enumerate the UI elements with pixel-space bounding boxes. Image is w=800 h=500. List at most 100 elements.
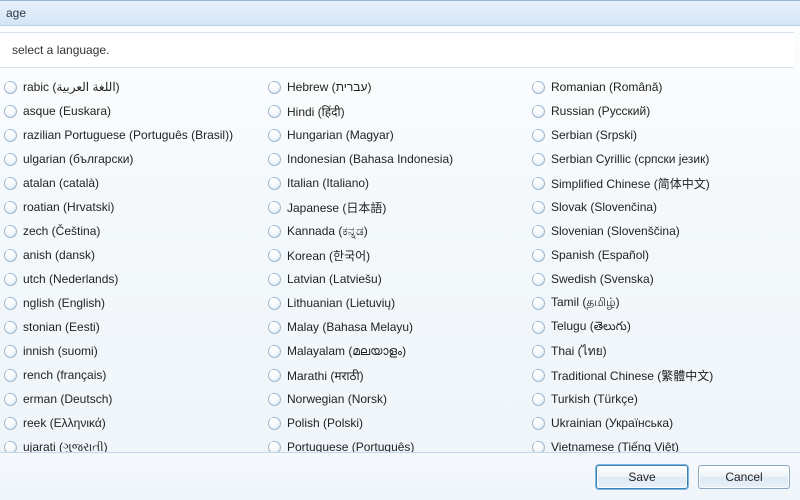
language-option[interactable]: Marathi (मराठी): [264, 363, 528, 387]
language-option[interactable]: Slovak (Slovenčina): [528, 195, 792, 219]
radio-icon[interactable]: [532, 105, 545, 118]
language-column: Hebrew (עברית)Hindi (हिंदी) Hungarian (Ma…: [264, 75, 528, 443]
language-option[interactable]: Norwegian (Norsk): [264, 387, 528, 411]
radio-icon[interactable]: [4, 105, 17, 118]
language-option[interactable]: Hebrew (עברית): [264, 75, 528, 99]
language-option[interactable]: Slovenian (Slovenščina): [528, 219, 792, 243]
radio-icon[interactable]: [532, 177, 545, 190]
radio-icon[interactable]: [4, 273, 17, 286]
language-option[interactable]: erman (Deutsch): [0, 387, 264, 411]
radio-icon[interactable]: [268, 345, 281, 358]
language-option[interactable]: Italian (Italiano): [264, 171, 528, 195]
language-label: rench (français): [23, 368, 106, 382]
language-option[interactable]: Korean (한국어): [264, 243, 528, 267]
radio-icon[interactable]: [532, 393, 545, 406]
radio-icon[interactable]: [268, 249, 281, 262]
language-label: roatian (Hrvatski): [23, 200, 114, 214]
radio-icon[interactable]: [268, 369, 281, 382]
language-option[interactable]: zech (Čeština): [0, 219, 264, 243]
language-option[interactable]: Ukrainian (Українська): [528, 411, 792, 435]
radio-icon[interactable]: [268, 177, 281, 190]
language-option[interactable]: Japanese (日本語): [264, 195, 528, 219]
save-button[interactable]: Save: [596, 465, 688, 489]
radio-icon[interactable]: [532, 249, 545, 262]
language-option[interactable]: Serbian (Srpski): [528, 123, 792, 147]
language-option[interactable]: asque (Euskara): [0, 99, 264, 123]
radio-icon[interactable]: [532, 345, 545, 358]
language-option[interactable]: Thai (ไทย): [528, 339, 792, 363]
radio-icon[interactable]: [532, 81, 545, 94]
radio-icon[interactable]: [4, 345, 17, 358]
language-option[interactable]: Lithuanian (Lietuvių): [264, 291, 528, 315]
language-option[interactable]: reek (Ελληνικά): [0, 411, 264, 435]
language-option[interactable]: utch (Nederlands): [0, 267, 264, 291]
language-option[interactable]: anish (dansk): [0, 243, 264, 267]
language-option[interactable]: stonian (Eesti): [0, 315, 264, 339]
cancel-button[interactable]: Cancel: [698, 465, 790, 489]
language-option[interactable]: Telugu (తెలుగు): [528, 315, 792, 339]
language-option[interactable]: Traditional Chinese (繁體中文): [528, 363, 792, 387]
language-option[interactable]: Swedish (Svenska): [528, 267, 792, 291]
language-option[interactable]: Spanish (Español): [528, 243, 792, 267]
language-label: Hungarian (Magyar): [287, 128, 394, 142]
radio-icon[interactable]: [4, 297, 17, 310]
radio-icon[interactable]: [268, 417, 281, 430]
language-option[interactable]: Serbian Cyrillic (српски језик): [528, 147, 792, 171]
radio-icon[interactable]: [532, 297, 545, 310]
language-option[interactable]: ulgarian (български): [0, 147, 264, 171]
language-option[interactable]: Turkish (Türkçe): [528, 387, 792, 411]
language-option[interactable]: Malay (Bahasa Melayu): [264, 315, 528, 339]
language-option[interactable]: Kannada (ಕನ್ನಡ): [264, 219, 528, 243]
language-option[interactable]: nglish (English): [0, 291, 264, 315]
language-option[interactable]: Hindi (हिंदी): [264, 99, 528, 123]
radio-icon[interactable]: [532, 273, 545, 286]
language-option[interactable]: Indonesian (Bahasa Indonesia): [264, 147, 528, 171]
language-option[interactable]: rench (français): [0, 363, 264, 387]
language-label: Thai (ไทย): [551, 342, 607, 361]
radio-icon[interactable]: [268, 201, 281, 214]
radio-icon[interactable]: [4, 369, 17, 382]
radio-icon[interactable]: [532, 417, 545, 430]
radio-icon[interactable]: [268, 225, 281, 238]
language-option[interactable]: rabic (اللغة العربية): [0, 75, 264, 99]
radio-icon[interactable]: [4, 393, 17, 406]
language-option[interactable]: Simplified Chinese (简体中文): [528, 171, 792, 195]
radio-icon[interactable]: [4, 201, 17, 214]
language-option[interactable]: Romanian (Română): [528, 75, 792, 99]
language-label: stonian (Eesti): [23, 320, 100, 334]
language-option[interactable]: roatian (Hrvatski): [0, 195, 264, 219]
radio-icon[interactable]: [268, 393, 281, 406]
language-option[interactable]: Polish (Polski): [264, 411, 528, 435]
radio-icon[interactable]: [532, 153, 545, 166]
radio-icon[interactable]: [268, 321, 281, 334]
language-option[interactable]: Hungarian (Magyar): [264, 123, 528, 147]
language-option[interactable]: innish (suomi): [0, 339, 264, 363]
radio-icon[interactable]: [4, 81, 17, 94]
radio-icon[interactable]: [4, 321, 17, 334]
radio-icon[interactable]: [4, 225, 17, 238]
language-label: innish (suomi): [23, 344, 98, 358]
language-option[interactable]: Tamil (தமிழ்): [528, 291, 792, 315]
radio-icon[interactable]: [268, 273, 281, 286]
radio-icon[interactable]: [532, 321, 545, 334]
radio-icon[interactable]: [532, 369, 545, 382]
radio-icon[interactable]: [268, 297, 281, 310]
radio-icon[interactable]: [268, 81, 281, 94]
radio-icon[interactable]: [532, 201, 545, 214]
radio-icon[interactable]: [4, 249, 17, 262]
language-option[interactable]: Russian (Русский): [528, 99, 792, 123]
radio-icon[interactable]: [4, 153, 17, 166]
language-option[interactable]: Latvian (Latviešu): [264, 267, 528, 291]
radio-icon[interactable]: [4, 417, 17, 430]
radio-icon[interactable]: [268, 105, 281, 118]
radio-icon[interactable]: [4, 177, 17, 190]
radio-icon[interactable]: [532, 225, 545, 238]
language-option[interactable]: razilian Portuguese (Português (Brasil)): [0, 123, 264, 147]
language-label: Tamil (தமிழ்): [551, 295, 620, 311]
radio-icon[interactable]: [268, 129, 281, 142]
radio-icon[interactable]: [268, 153, 281, 166]
language-option[interactable]: atalan (català): [0, 171, 264, 195]
language-option[interactable]: Malayalam (മലയാളം): [264, 339, 528, 363]
radio-icon[interactable]: [4, 129, 17, 142]
radio-icon[interactable]: [532, 129, 545, 142]
